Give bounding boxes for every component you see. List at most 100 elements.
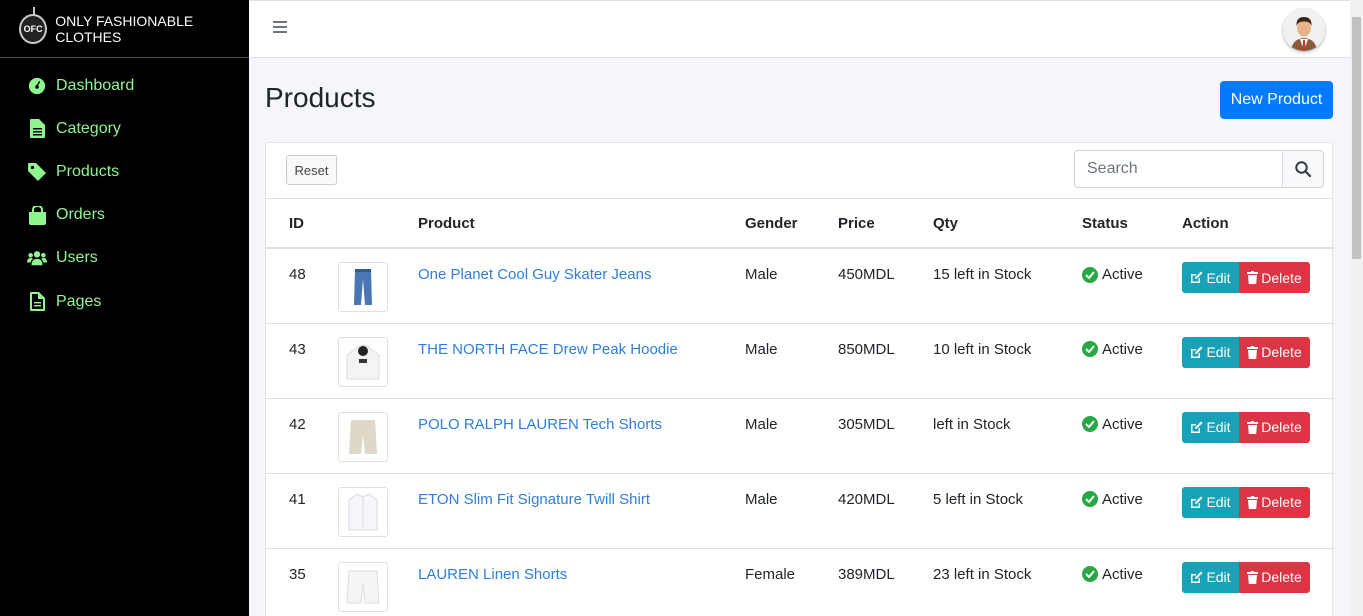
cell-id: 42 — [266, 398, 338, 474]
search-input[interactable] — [1074, 150, 1283, 188]
delete-label: Delete — [1261, 569, 1302, 585]
status-label: Active — [1102, 415, 1143, 433]
edit-icon — [1191, 421, 1203, 433]
cell-id: 43 — [266, 323, 338, 399]
sidebar-item-label: Users — [56, 249, 98, 267]
status-badge: Active — [1082, 566, 1182, 583]
new-product-button[interactable]: New Product — [1220, 81, 1333, 119]
search-button[interactable] — [1283, 150, 1324, 188]
check-circle-icon — [1082, 416, 1098, 432]
edit-button[interactable]: Edit — [1182, 561, 1239, 593]
product-thumbnail-jeans[interactable] — [338, 262, 388, 312]
cell-id: 48 — [266, 248, 338, 324]
cell-price: 305MDL — [838, 398, 933, 474]
status-badge: Active — [1082, 266, 1182, 283]
page-scrollbar[interactable] — [1350, 0, 1363, 616]
avatar[interactable] — [1283, 9, 1325, 51]
status-label: Active — [1102, 266, 1143, 283]
delete-button[interactable]: Delete — [1239, 336, 1310, 368]
trash-icon — [1247, 570, 1259, 584]
sidebar-item-label: Pages — [56, 292, 102, 310]
check-circle-icon — [1082, 341, 1098, 357]
cell-qty: 15 left in Stock — [933, 248, 1082, 324]
sidebar-item-users[interactable]: Users — [0, 237, 249, 280]
cell-qty: 10 left in Stock — [933, 323, 1082, 399]
tachometer-icon — [27, 76, 47, 96]
status-label: Active — [1102, 565, 1143, 583]
sidebar-item-products[interactable]: Products — [0, 150, 249, 193]
page-title: Products — [265, 82, 376, 113]
sidebar-item-label: Products — [56, 162, 120, 180]
check-circle-icon — [1082, 566, 1098, 582]
sidebar: OFC ONLY FASHIONABLE CLOTHES Dashboard C… — [0, 0, 249, 616]
brand-logo-text: OFC — [23, 23, 43, 34]
cell-gender: Male — [745, 398, 838, 474]
edit-button[interactable]: Edit — [1182, 262, 1239, 293]
cell-price: 420MDL — [838, 473, 933, 549]
edit-label: Edit — [1206, 269, 1231, 286]
edit-button[interactable]: Edit — [1182, 336, 1239, 368]
col-header-gender[interactable]: Gender — [745, 199, 838, 249]
users-icon — [27, 248, 47, 268]
edit-label: Edit — [1206, 569, 1231, 585]
table-row: 41 ETON Slim Fit Signature Twill Shirt M… — [266, 473, 1334, 549]
edit-icon — [1191, 271, 1203, 283]
edit-button[interactable]: Edit — [1182, 486, 1239, 518]
cell-gender: Male — [745, 473, 838, 549]
sidebar-item-category[interactable]: Category — [0, 107, 249, 150]
sidebar-nav: Dashboard Category Products Orders Users — [0, 58, 249, 323]
status-label: Active — [1102, 490, 1143, 508]
status-badge: Active — [1082, 416, 1182, 433]
sidebar-item-label: Orders — [56, 206, 105, 224]
cell-qty: left in Stock — [933, 398, 1082, 474]
trash-icon — [1247, 345, 1259, 359]
col-header-id[interactable]: ID — [266, 199, 338, 249]
delete-button[interactable]: Delete — [1239, 486, 1310, 518]
col-header-qty[interactable]: Qty — [933, 199, 1082, 249]
product-thumbnail-shorts-white[interactable] — [338, 561, 388, 612]
delete-button[interactable]: Delete — [1239, 411, 1310, 443]
product-thumbnail-hoodie[interactable] — [338, 336, 388, 387]
cell-price: 850MDL — [838, 323, 933, 399]
edit-button[interactable]: Edit — [1182, 411, 1239, 443]
status-badge: Active — [1082, 491, 1182, 508]
edit-icon — [1191, 571, 1203, 583]
delete-button[interactable]: Delete — [1239, 561, 1310, 593]
sidebar-item-dashboard[interactable]: Dashboard — [0, 64, 249, 107]
product-link[interactable]: POLO RALPH LAUREN Tech Shorts — [418, 416, 662, 433]
brand-name: ONLY FASHIONABLE CLOTHES — [55, 12, 194, 45]
col-header-price[interactable]: Price — [838, 199, 933, 249]
product-link[interactable]: One Planet Cool Guy Skater Jeans — [418, 266, 651, 283]
edit-icon — [1191, 346, 1203, 358]
col-header-status[interactable]: Status — [1082, 199, 1182, 249]
product-link[interactable]: ETON Slim Fit Signature Twill Shirt — [418, 491, 650, 508]
col-header-product[interactable]: Product — [418, 199, 745, 249]
cell-id: 41 — [266, 473, 338, 549]
product-link[interactable]: THE NORTH FACE Drew Peak Hoodie — [418, 341, 678, 358]
product-thumbnail-shorts[interactable] — [338, 411, 388, 462]
sidebar-item-label: Dashboard — [56, 76, 135, 94]
col-header-action: Action — [1182, 199, 1334, 249]
scrollbar-thumb[interactable] — [1352, 17, 1361, 259]
brand[interactable]: OFC ONLY FASHIONABLE CLOTHES — [0, 0, 249, 58]
cell-gender: Male — [745, 323, 838, 399]
cell-qty: 23 left in Stock — [933, 548, 1082, 616]
reset-button[interactable]: Reset — [286, 155, 337, 185]
sidebar-item-label: Category — [56, 119, 121, 137]
table-row: 48 One Planet Cool Guy Skater Jeans Male… — [266, 248, 1334, 324]
trash-icon — [1247, 420, 1259, 434]
sidebar-item-pages[interactable]: Pages — [0, 280, 249, 323]
sidebar-item-orders[interactable]: Orders — [0, 194, 249, 237]
status-label: Active — [1102, 340, 1143, 358]
table-row: 43 THE NORTH FACE Drew Peak Hoodie Male … — [266, 323, 1334, 399]
card-header: Reset — [266, 143, 1332, 199]
trash-icon — [1247, 495, 1259, 509]
shopping-bag-icon — [27, 205, 47, 225]
delete-label: Delete — [1261, 344, 1302, 360]
product-thumbnail-shirt[interactable] — [338, 486, 388, 537]
check-circle-icon — [1082, 266, 1098, 283]
tag-icon — [27, 162, 47, 182]
menu-toggle-icon[interactable] — [273, 21, 287, 35]
product-link[interactable]: LAUREN Linen Shorts — [418, 566, 567, 583]
delete-button[interactable]: Delete — [1239, 262, 1310, 293]
